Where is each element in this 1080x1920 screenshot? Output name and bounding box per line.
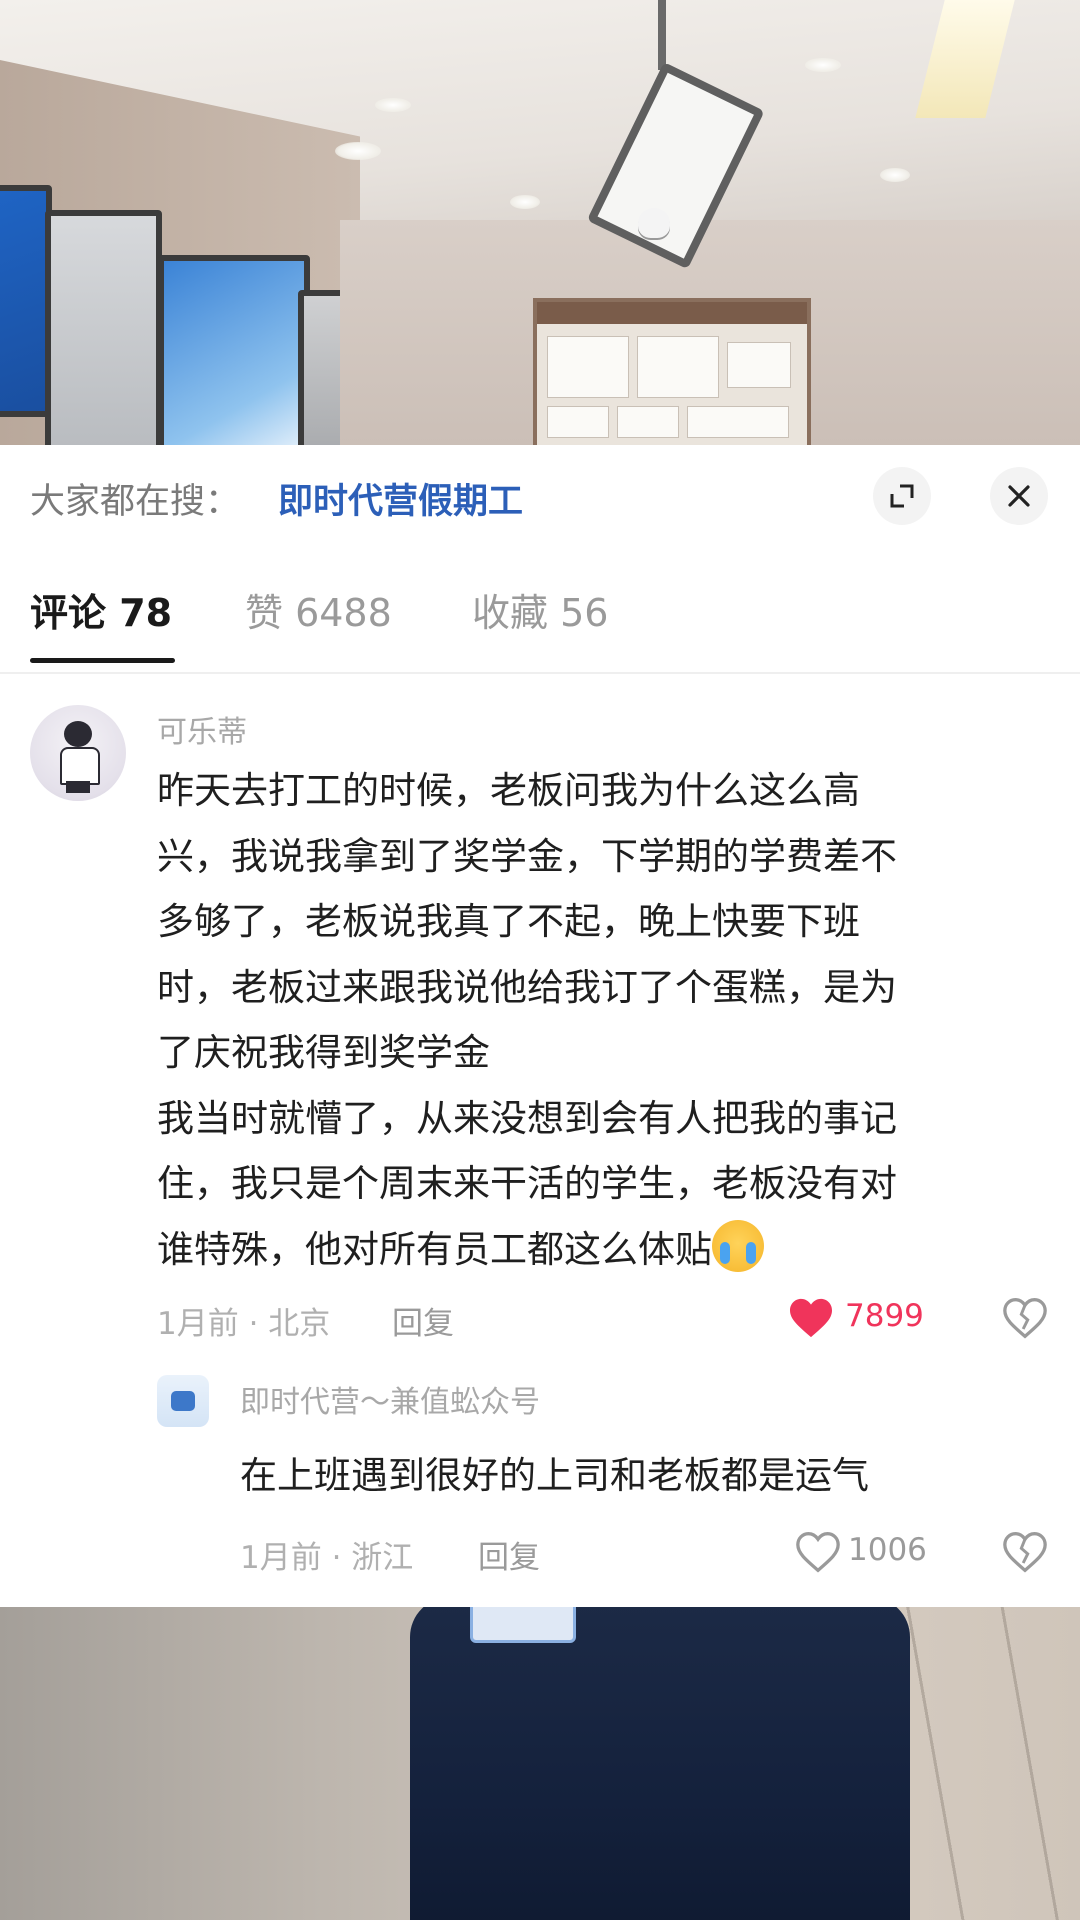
- comment-panel: 大家都在搜： 即时代营假期工 评论 78 赞 6488 收藏 56 可乐蒂 昨天…: [0, 445, 1080, 1607]
- avatar[interactable]: [157, 1375, 209, 1427]
- search-suggestion-row: 大家都在搜： 即时代营假期工: [0, 445, 1080, 540]
- reply-text: 在上班遇到很好的上司和老板都是运气: [240, 1454, 869, 1497]
- broken-heart-icon[interactable]: [1003, 1297, 1047, 1339]
- comment-username[interactable]: 可乐蒂: [157, 707, 247, 751]
- background-photo-bottom: [0, 1607, 1080, 1920]
- work-apron: [410, 1607, 910, 1920]
- security-camera: [638, 208, 670, 238]
- comment-line: 我当时就懵了，从来没想到会有人把我的事记: [157, 1096, 897, 1140]
- like-count: 7899: [845, 1298, 924, 1334]
- comment-line: 了庆祝我得到奖学金: [157, 1031, 490, 1074]
- ceiling-light: [510, 195, 540, 209]
- ceiling-light: [375, 98, 411, 112]
- notice-board: [533, 298, 811, 445]
- sign-rod: [658, 0, 666, 70]
- divider: [0, 672, 1080, 674]
- comment-line: 住，我只是个周末来干活的学生，老板没有对: [157, 1162, 897, 1205]
- ceiling-light: [880, 168, 910, 182]
- close-icon: [1008, 485, 1030, 507]
- tab-favorites[interactable]: 收藏 56: [472, 582, 608, 637]
- comment-line: 昨天去打工的时候，老板问我为什么这么高: [157, 769, 860, 812]
- comment-line: 多够了，老板说我真了不起，晚上快要下班: [157, 900, 860, 943]
- tab-likes[interactable]: 赞 6488: [245, 582, 392, 637]
- comment-text: 昨天去打工的时候，老板问我为什么这么高 兴，我说我拿到了奖学金，下学期的学费差不…: [157, 758, 1037, 1282]
- heart-filled-icon[interactable]: [788, 1297, 834, 1339]
- broken-heart-icon[interactable]: [1003, 1531, 1047, 1573]
- reply-meta: 1月前 · 浙江: [240, 1540, 414, 1576]
- comment-line: 时，老板过来跟我说他给我订了个蛋糕，是为: [157, 965, 897, 1009]
- menu-screen: [45, 210, 162, 445]
- reply-button[interactable]: 回复: [392, 1298, 454, 1343]
- expand-button[interactable]: [873, 467, 931, 525]
- crying-emoji-icon: [712, 1219, 764, 1272]
- comment-line-last: 谁特殊，他对所有员工都这么体贴: [157, 1217, 1037, 1283]
- close-button[interactable]: [990, 467, 1048, 525]
- avatar[interactable]: [30, 705, 126, 801]
- active-tab-indicator: [30, 658, 175, 663]
- heart-outline-icon[interactable]: [796, 1531, 840, 1573]
- tab-bar: 评论 78 赞 6488 收藏 56: [0, 570, 1080, 670]
- reply-button[interactable]: 回复: [478, 1532, 540, 1577]
- expand-icon: [890, 484, 914, 508]
- menu-screen: [158, 255, 310, 445]
- comment-line: 兴，我说我拿到了奖学金，下学期的学费差不: [157, 834, 897, 878]
- ceiling-light: [335, 142, 381, 160]
- reply-username[interactable]: 即时代营～兼值蚣众号: [240, 1377, 540, 1421]
- tab-comments[interactable]: 评论 78: [30, 582, 172, 637]
- comment-line: 谁特殊，他对所有员工都这么体贴: [157, 1227, 712, 1271]
- search-suggestion-prefix: 大家都在搜：: [30, 482, 241, 522]
- name-badge: [470, 1607, 576, 1643]
- comment-meta: 1月前 · 北京: [157, 1306, 331, 1342]
- search-suggestion-link[interactable]: 即时代营假期工: [278, 473, 523, 524]
- like-count: 1006: [848, 1532, 927, 1568]
- ceiling-light: [805, 58, 841, 72]
- background-photo-top: [0, 0, 1080, 445]
